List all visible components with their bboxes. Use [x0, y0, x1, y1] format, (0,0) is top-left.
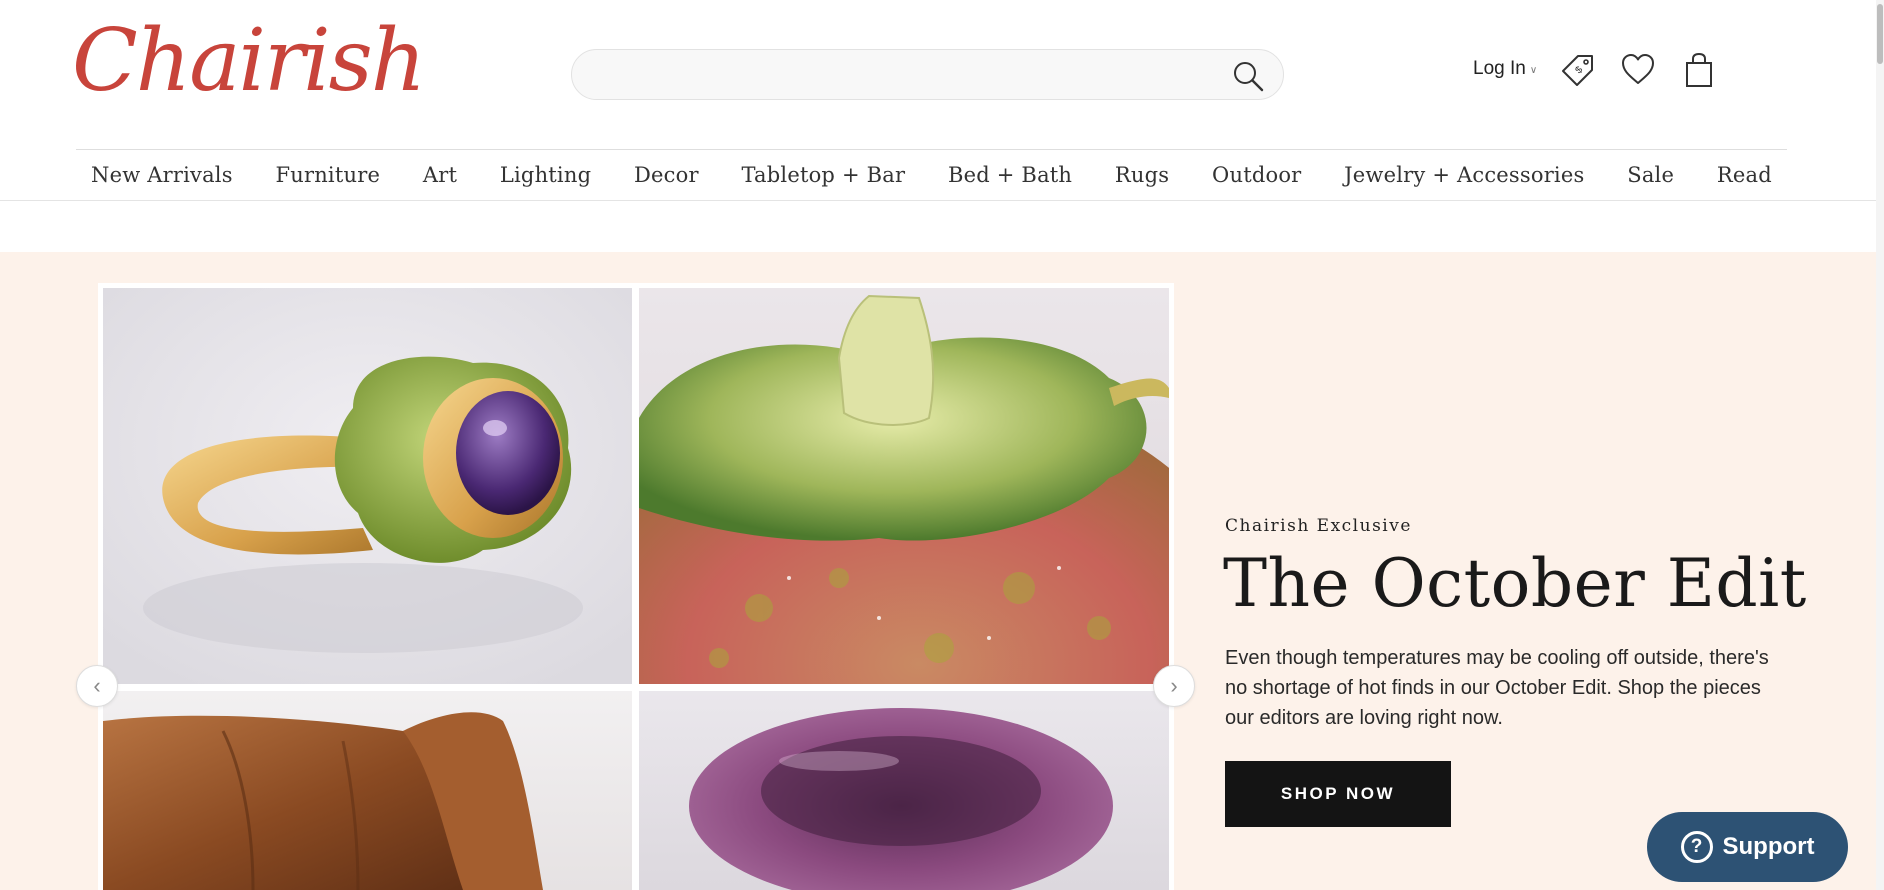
login-button[interactable]: Log In ∨	[1473, 58, 1537, 80]
search-input[interactable]	[592, 50, 1192, 99]
hero-title: The October Edit	[1223, 545, 1807, 622]
nav-sale[interactable]: Sale	[1627, 163, 1674, 187]
page-scrollbar[interactable]	[1876, 0, 1884, 890]
shop-now-button[interactable]: SHOP NOW	[1225, 761, 1451, 827]
shopping-bag-icon[interactable]	[1681, 52, 1717, 88]
support-button[interactable]: ? Support	[1647, 812, 1848, 882]
nav-tabletop-bar[interactable]: Tabletop + Bar	[741, 163, 905, 187]
ring-image[interactable]	[103, 288, 632, 684]
chevron-down-icon: ∨	[1529, 64, 1538, 76]
search-icon[interactable]	[1231, 59, 1265, 93]
login-label: Log In	[1473, 58, 1526, 79]
main-navigation: New Arrivals Furniture Art Lighting Deco…	[76, 149, 1787, 200]
header-divider	[0, 200, 1884, 201]
chevron-right-icon: ›	[1170, 673, 1178, 698]
site-header: Chairish Log In ∨ $ New Arrivals Furnitu…	[0, 0, 1884, 187]
hero-description: Even though temperatures may be cooling …	[1225, 647, 1769, 729]
nav-new-arrivals[interactable]: New Arrivals	[91, 163, 233, 187]
purple-glass-bowl-image[interactable]	[639, 691, 1169, 890]
nav-read[interactable]: Read	[1717, 163, 1772, 187]
hero-kicker: Chairish Exclusive	[1225, 516, 1412, 536]
svg-text:$: $	[1573, 64, 1585, 76]
question-circle-icon: ?	[1680, 831, 1713, 863]
chevron-left-icon: ‹	[93, 673, 101, 698]
carousel-prev-button[interactable]: ‹	[76, 665, 118, 707]
price-tag-icon[interactable]: $	[1560, 52, 1596, 88]
nav-outdoor[interactable]: Outdoor	[1212, 163, 1301, 187]
nav-furniture[interactable]: Furniture	[275, 163, 380, 187]
carousel-next-button[interactable]: ›	[1153, 665, 1195, 707]
scrollbar-thumb[interactable]	[1877, 4, 1883, 64]
pumpkin-tureen-image[interactable]	[639, 288, 1169, 684]
hero-image-collage[interactable]	[98, 283, 1174, 890]
nav-bed-bath[interactable]: Bed + Bath	[948, 163, 1072, 187]
nav-rugs[interactable]: Rugs	[1115, 163, 1169, 187]
nav-art[interactable]: Art	[423, 163, 457, 187]
heart-icon[interactable]	[1620, 52, 1656, 88]
nav-lighting[interactable]: Lighting	[500, 163, 591, 187]
search-bar	[571, 49, 1284, 100]
support-label: Support	[1722, 833, 1815, 860]
nav-decor[interactable]: Decor	[634, 163, 699, 187]
nav-jewelry-accessories[interactable]: Jewelry + Accessories	[1344, 163, 1584, 187]
brand-logo[interactable]: Chairish	[72, 18, 426, 104]
leather-armchair-image[interactable]	[103, 691, 632, 890]
